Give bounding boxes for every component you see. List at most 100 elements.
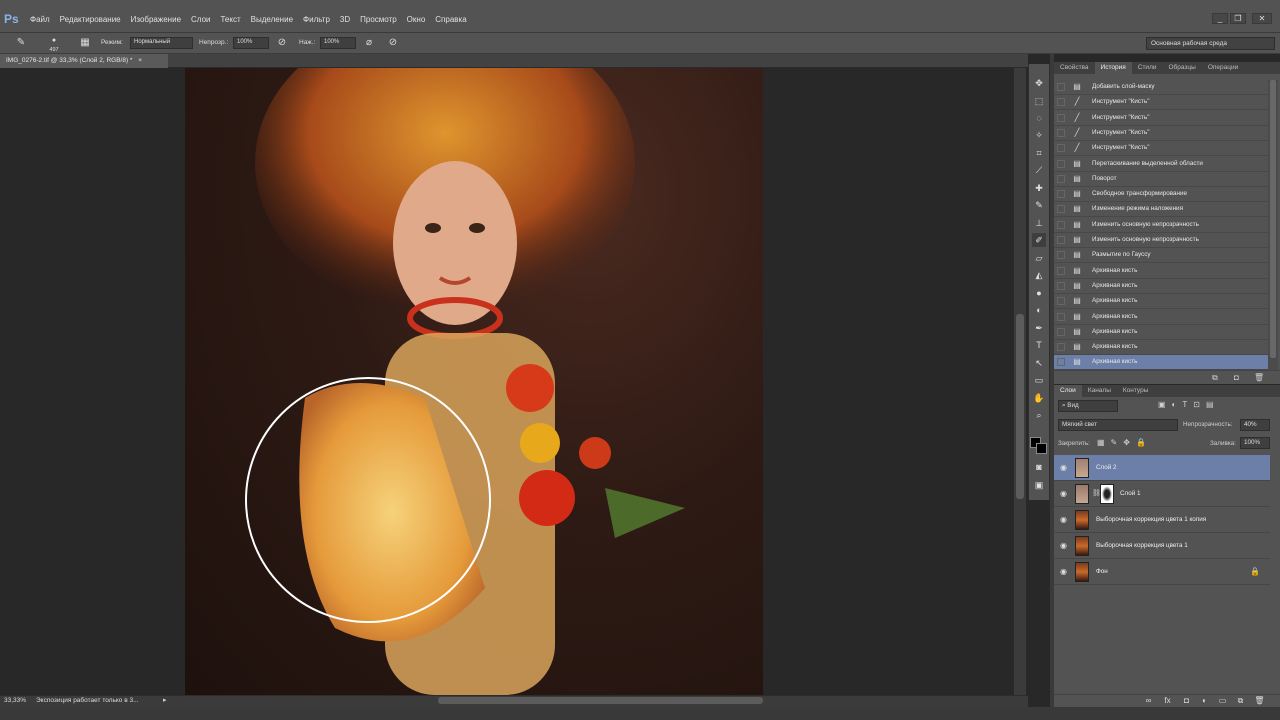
history-source-checkbox[interactable] xyxy=(1057,190,1065,199)
history-item[interactable]: ▤ Поворот xyxy=(1054,172,1268,187)
menu-help[interactable]: Справка xyxy=(435,15,466,24)
crop-tool-icon[interactable]: ⌗ xyxy=(1032,146,1046,160)
quick-mask-icon[interactable]: ◙ xyxy=(1032,460,1046,474)
layer-row-selective-color-copy[interactable]: ◉ Выборочная коррекция цвета 1 копия xyxy=(1054,507,1270,533)
history-scroll-thumb[interactable] xyxy=(1270,80,1276,358)
history-item[interactable]: ▤ Размытие по Гауссу xyxy=(1054,248,1268,264)
menu-view[interactable]: Просмотр xyxy=(360,15,397,24)
delete-layer-icon[interactable]: 🗑 xyxy=(1254,695,1265,706)
tab-swatches[interactable]: Образцы xyxy=(1163,62,1202,74)
layer-row-background[interactable]: ◉ Фон 🔒 xyxy=(1054,559,1270,585)
layer-row-layer2[interactable]: ◉ Слой 2 xyxy=(1054,455,1270,481)
history-item[interactable]: ▤ Добавить слой-маску xyxy=(1054,80,1268,95)
history-source-checkbox[interactable] xyxy=(1057,174,1065,183)
history-source-checkbox[interactable] xyxy=(1057,281,1065,290)
brush-tool-icon[interactable]: ✎ xyxy=(1032,198,1046,212)
history-source-checkbox[interactable] xyxy=(1057,220,1065,229)
menu-filter[interactable]: Фильтр xyxy=(303,15,330,24)
zoom-tool-icon[interactable]: ⌕ xyxy=(1032,408,1046,422)
marquee-tool-icon[interactable]: ⬚ xyxy=(1032,94,1046,108)
snapshot-icon[interactable]: ◘ xyxy=(1234,373,1239,382)
flow-input[interactable]: 100% xyxy=(320,37,356,49)
tab-layers[interactable]: Слои xyxy=(1054,385,1082,397)
tab-properties[interactable]: Свойства xyxy=(1054,62,1095,74)
close-window-button[interactable]: ✕ xyxy=(1252,13,1272,24)
history-item[interactable]: ▤ Архивная кисть xyxy=(1054,340,1268,356)
history-item[interactable]: ▤ Свободное трансформирование xyxy=(1054,187,1268,203)
tab-paths[interactable]: Контуры xyxy=(1117,385,1155,397)
tab-actions[interactable]: Операции xyxy=(1202,62,1244,74)
history-source-checkbox[interactable] xyxy=(1057,113,1065,122)
move-tool-icon[interactable]: ✥ xyxy=(1032,76,1046,90)
opacity-input[interactable]: 100% xyxy=(233,37,269,49)
blur-tool-icon[interactable]: ● xyxy=(1032,286,1046,300)
status-message[interactable]: Экспозиция работает только в 3... xyxy=(36,697,139,704)
menu-text[interactable]: Текст xyxy=(220,15,240,24)
history-source-checkbox[interactable] xyxy=(1057,266,1065,275)
menu-file[interactable]: Файл xyxy=(30,15,50,24)
history-source-checkbox[interactable] xyxy=(1057,83,1065,91)
history-item[interactable]: ▤ Изменить основную непрозрачность xyxy=(1054,233,1268,248)
history-source-checkbox[interactable] xyxy=(1057,343,1065,352)
mode-select[interactable]: Нормальный xyxy=(130,37,193,49)
menu-image[interactable]: Изображение xyxy=(131,15,181,24)
layer-opacity-input[interactable]: 40% xyxy=(1240,419,1270,431)
airbrush-icon[interactable]: ⌀ xyxy=(362,36,376,50)
layer-row-selective-color[interactable]: ◉ Выборочная коррекция цвета 1 xyxy=(1054,533,1270,559)
layer-style-icon[interactable]: fx xyxy=(1162,695,1173,706)
path-select-tool-icon[interactable]: ↖ xyxy=(1032,356,1046,370)
history-item[interactable]: ╱ Инструмент "Кисть" xyxy=(1054,126,1268,141)
layer-filter-icons[interactable]: ▣◐T⊡▤ xyxy=(1158,400,1220,409)
document-tab[interactable]: IMG_0276-2.tif @ 33,3% (Слой 2, RGB/8) *… xyxy=(0,54,168,68)
stamp-tool-icon[interactable]: ⊥ xyxy=(1032,216,1046,230)
history-item[interactable]: ▤ Архивная кисть xyxy=(1054,279,1268,294)
history-source-checkbox[interactable] xyxy=(1057,312,1065,321)
status-arrow-icon[interactable]: ▸ xyxy=(163,696,167,704)
history-item[interactable]: ▤ Архивная кисть xyxy=(1054,264,1268,279)
history-item[interactable]: ▤ Перетаскивание выделенной области xyxy=(1054,157,1268,172)
add-mask-icon[interactable]: ◘ xyxy=(1181,695,1192,706)
layer-mask-thumbnail[interactable] xyxy=(1100,484,1114,504)
history-item[interactable]: ▤ Изменить основную непрозрачность xyxy=(1054,218,1268,233)
menu-window[interactable]: Окно xyxy=(407,15,426,24)
history-source-checkbox[interactable] xyxy=(1057,128,1065,137)
shape-tool-icon[interactable]: ▭ xyxy=(1032,373,1046,387)
visibility-eye-icon[interactable]: ◉ xyxy=(1060,463,1067,472)
eyedropper-tool-icon[interactable]: ⟋ xyxy=(1032,163,1046,177)
close-tab-icon[interactable]: × xyxy=(138,57,142,64)
history-brush-tool-icon[interactable]: ✐ xyxy=(1032,233,1046,247)
new-group-icon[interactable]: ▭ xyxy=(1217,695,1228,706)
history-item[interactable]: ▤ Изменение режима наложения xyxy=(1054,202,1268,218)
layer-row-layer1[interactable]: ◉ ⛓ Слой 1 xyxy=(1054,481,1270,507)
history-source-checkbox[interactable] xyxy=(1057,297,1065,306)
adjustment-layer-icon[interactable]: ◐ xyxy=(1199,695,1210,706)
link-layers-icon[interactable]: ∞ xyxy=(1143,695,1154,706)
fill-input[interactable]: 100% xyxy=(1240,437,1270,449)
history-source-checkbox[interactable] xyxy=(1057,251,1065,260)
history-item[interactable]: ▤ Архивная кисть xyxy=(1054,294,1268,310)
history-item[interactable]: ╱ Инструмент "Кисть" xyxy=(1054,141,1268,157)
history-item[interactable]: ▤ Архивная кисть xyxy=(1054,325,1268,340)
screen-mode-icon[interactable]: ▣ xyxy=(1032,478,1046,492)
blend-mode-select[interactable]: Мягкий свет xyxy=(1058,419,1178,431)
history-source-checkbox[interactable] xyxy=(1057,98,1065,107)
type-tool-icon[interactable]: T xyxy=(1032,338,1046,352)
brush-preset-picker[interactable]: ● 497 xyxy=(47,36,61,53)
menu-edit[interactable]: Редактирование xyxy=(60,15,121,24)
brush-tool-icon[interactable]: ✎ xyxy=(14,36,28,50)
menu-3d[interactable]: 3D xyxy=(340,15,350,24)
history-source-checkbox[interactable] xyxy=(1057,327,1065,336)
minimize-button[interactable]: _ xyxy=(1212,13,1228,24)
tab-styles[interactable]: Стили xyxy=(1132,62,1163,74)
visibility-eye-icon[interactable]: ◉ xyxy=(1060,489,1067,498)
history-item[interactable]: ▤ Архивная кисть xyxy=(1054,310,1268,325)
tab-history[interactable]: История xyxy=(1094,62,1132,74)
pressure-opacity-icon[interactable]: ⊘ xyxy=(275,36,289,50)
lasso-tool-icon[interactable]: ◌ xyxy=(1032,111,1046,125)
trash-icon[interactable]: 🗑 xyxy=(1254,373,1264,382)
history-source-checkbox[interactable] xyxy=(1057,236,1065,244)
history-item[interactable]: ╱ Инструмент "Кисть" xyxy=(1054,95,1268,111)
history-source-checkbox[interactable] xyxy=(1057,159,1065,168)
visibility-eye-icon[interactable]: ◉ xyxy=(1060,567,1067,576)
horizontal-scroll-thumb[interactable] xyxy=(438,697,763,704)
